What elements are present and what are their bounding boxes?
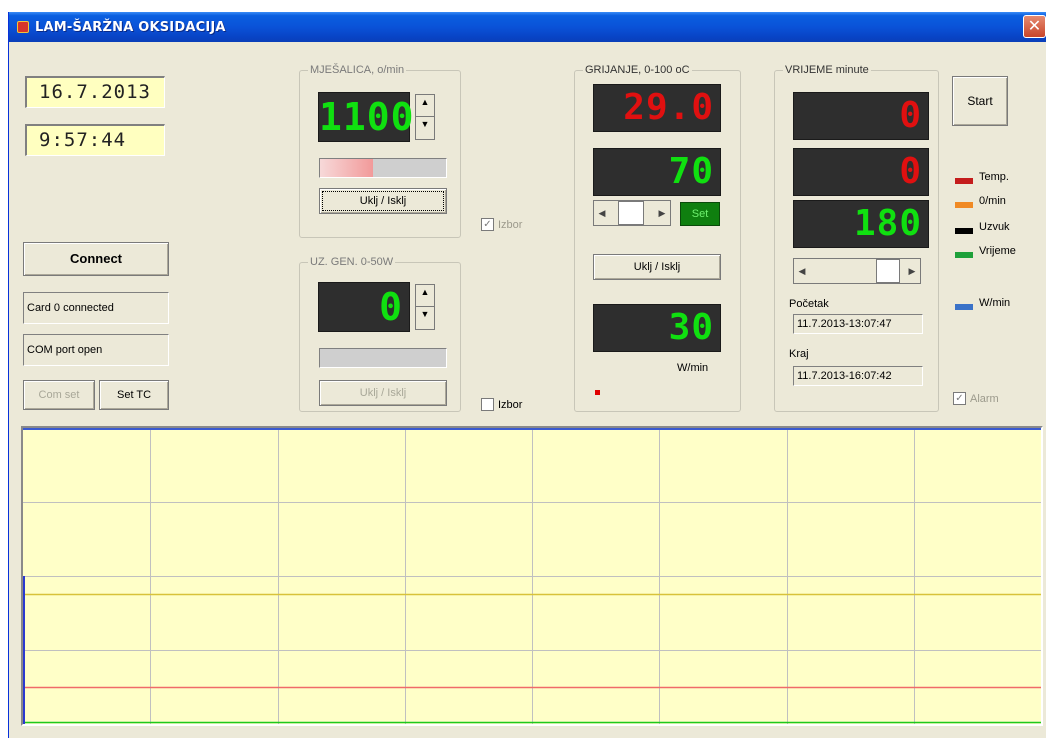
heating-rate-display: 30: [593, 304, 721, 352]
mixer-toggle-button[interactable]: Uklj / Isklj: [319, 188, 447, 214]
legend-label-temp: Temp.: [979, 171, 1009, 183]
connect-button[interactable]: Connect: [23, 242, 169, 276]
alarm-label: Alarm: [970, 393, 999, 405]
ultrasound-toggle-button[interactable]: Uklj / Isklj: [319, 380, 447, 406]
heating-setpoint-display: 70: [593, 148, 721, 196]
heating-current-display: 29.0: [593, 84, 721, 132]
ultrasound-izbor-label: Izbor: [498, 399, 523, 411]
end-time-label: Kraj: [789, 348, 809, 360]
alarm-checkbox[interactable]: ✓: [953, 392, 966, 405]
app-window: LAM-ŠARŽNA OKSIDACIJA ✕ 16.7.2013 9:57:4…: [8, 12, 1046, 738]
mixer-izbor-label: Izbor: [498, 219, 523, 231]
legend-label-time: Vrijeme: [979, 245, 1016, 257]
duration-display: 180: [793, 200, 929, 248]
trend-plot: [21, 426, 1043, 726]
mixer-izbor-checkbox[interactable]: ✓: [481, 218, 494, 231]
ultrasound-level-gauge: [319, 348, 447, 368]
spin-up-arrow-icon[interactable]: ▲: [416, 285, 434, 307]
ultrasound-display: 0: [318, 282, 410, 332]
ultrasound-spinner[interactable]: ▲ ▼: [415, 284, 435, 330]
app-icon: [17, 21, 29, 33]
heating-toggle-button[interactable]: Uklj / Isklj: [593, 254, 721, 280]
time-display: 9:57:44: [25, 124, 165, 156]
duration-scrollbar[interactable]: ◀ ▶: [793, 258, 921, 284]
mixer-level-fill: [320, 159, 373, 177]
heating-rate-unit: W/min: [677, 362, 709, 374]
trend-plot-canvas: [23, 428, 1041, 724]
scroll-right-arrow-icon[interactable]: ▶: [654, 201, 670, 225]
com-set-button[interactable]: Com set: [23, 380, 95, 410]
legend-swatch-time: [955, 252, 973, 258]
remaining-time-display: 0: [793, 148, 929, 196]
elapsed-time-display: 0: [793, 92, 929, 140]
spin-down-arrow-icon[interactable]: ▼: [416, 117, 434, 139]
com-port-status: COM port open: [23, 334, 169, 366]
spin-down-arrow-icon[interactable]: ▼: [416, 307, 434, 329]
mixer-group-label: MJEŠALICA, o/min: [308, 63, 407, 77]
ultrasound-group-label: UZ. GEN. 0-50W: [308, 255, 396, 269]
mixer-speed-display: 1100: [318, 92, 414, 142]
legend-swatch-temp: [955, 178, 973, 184]
start-time-field: 11.7.2013-13:07:47: [793, 314, 923, 334]
date-display: 16.7.2013: [25, 76, 165, 108]
start-time-label: Početak: [789, 298, 829, 310]
ultrasound-izbor-checkbox[interactable]: [481, 398, 494, 411]
title-bar[interactable]: LAM-ŠARŽNA OKSIDACIJA ✕: [9, 12, 1046, 42]
legend-swatch-power: [955, 304, 973, 310]
close-button[interactable]: ✕: [1023, 15, 1046, 38]
legend-label-power: W/min: [979, 297, 1011, 309]
legend-swatch-ultrasound: [955, 228, 973, 234]
spin-up-arrow-icon[interactable]: ▲: [416, 95, 434, 117]
window-title: LAM-ŠARŽNA OKSIDACIJA: [35, 20, 226, 35]
legend-swatch-rpm: [955, 202, 973, 208]
heating-setpoint-scrollbar[interactable]: ◀ ▶: [593, 200, 671, 226]
mixer-level-gauge: [319, 158, 447, 178]
legend-label-rpm: 0/min: [979, 195, 1006, 207]
mixer-speed-spinner[interactable]: ▲ ▼: [415, 94, 435, 140]
time-group-label: VRIJEME minute: [783, 63, 871, 77]
scroll-thumb[interactable]: [876, 259, 900, 283]
end-time-field: 11.7.2013-16:07:42: [793, 366, 923, 386]
scroll-right-arrow-icon[interactable]: ▶: [904, 259, 920, 283]
heating-status-led: [595, 390, 600, 395]
start-button[interactable]: Start: [952, 76, 1008, 126]
heating-set-button[interactable]: Set: [680, 202, 720, 226]
heating-group-label: GRIJANJE, 0-100 oC: [583, 63, 692, 77]
card-status: Card 0 connected: [23, 292, 169, 324]
legend-label-ultrasound: Uzvuk: [979, 221, 1010, 233]
scroll-left-arrow-icon[interactable]: ◀: [594, 201, 610, 225]
scroll-thumb[interactable]: [618, 201, 644, 225]
scroll-left-arrow-icon[interactable]: ◀: [794, 259, 810, 283]
set-tc-button[interactable]: Set TC: [99, 380, 169, 410]
